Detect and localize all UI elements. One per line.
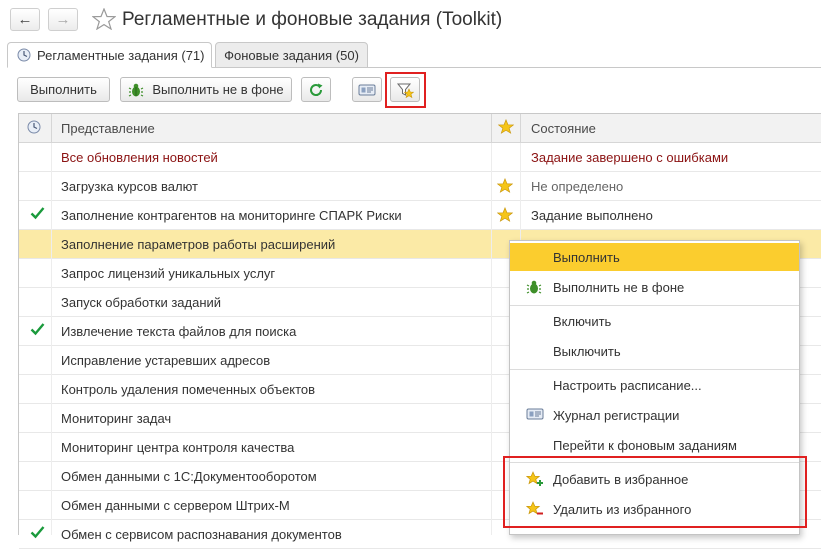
menu-item-label: Настроить расписание... <box>553 378 702 393</box>
row-presentation: Заполнение параметров работы расширений <box>61 237 336 252</box>
table-row[interactable]: Заполнение контрагентов на мониторинге С… <box>19 201 821 230</box>
favorite-star-icon[interactable] <box>91 7 117 33</box>
tab-label: Фоновые задания (50) <box>224 47 359 63</box>
row-presentation: Обмен данными с 1С:Документооборотом <box>61 469 317 484</box>
menu-item-label: Включить <box>553 314 612 329</box>
menu-separator <box>510 369 799 370</box>
row-presentation: Загрузка курсов валют <box>61 179 198 194</box>
menu-item-go-to-background-jobs[interactable]: Перейти к фоновым заданиям <box>510 431 799 459</box>
table-row[interactable]: Все обновления новостей Задание завершено… <box>19 143 821 172</box>
row-presentation: Исправление устаревших адресов <box>61 353 271 368</box>
row-state: Задание выполнено <box>531 208 653 223</box>
menu-item-disable[interactable]: Выключить <box>510 337 799 365</box>
row-presentation: Контроль удаления помеченных объектов <box>61 382 316 397</box>
row-presentation: Запрос лицензий уникальных услуг <box>61 266 276 281</box>
header-separator <box>520 114 521 142</box>
column-header-presentation[interactable]: Представление <box>61 121 155 136</box>
favorite-star-icon <box>496 177 514 196</box>
row-state: Задание завершено с ошибками <box>531 150 729 165</box>
highlight-frame-favorites <box>503 456 807 528</box>
menu-item-enable[interactable]: Включить <box>510 307 799 335</box>
tab-background-jobs[interactable]: Фоновые задания (50) <box>215 42 368 68</box>
run-button-label: Выполнить <box>30 82 97 97</box>
menu-item-label: Выключить <box>553 344 621 359</box>
row-presentation: Заполнение контрагентов на мониторинге С… <box>61 208 402 223</box>
forward-button[interactable]: → <box>48 8 78 31</box>
column-header-state[interactable]: Состояние <box>531 121 596 136</box>
check-icon <box>30 322 45 339</box>
menu-item-run-not-background[interactable]: Выполнить не в фоне <box>510 273 799 301</box>
bug-icon <box>526 279 542 298</box>
column-separator <box>491 143 492 535</box>
row-presentation: Извлечение текста файлов для поиска <box>61 324 297 339</box>
menu-item-label: Выполнить <box>553 250 620 265</box>
refresh-icon <box>308 82 324 98</box>
event-log-icon <box>526 407 544 424</box>
menu-item-label: Журнал регистрации <box>553 408 680 423</box>
column-separator <box>51 143 52 535</box>
menu-item-label: Выполнить не в фоне <box>553 280 685 295</box>
row-presentation: Мониторинг задач <box>61 411 172 426</box>
event-log-button[interactable] <box>352 77 382 102</box>
run-not-background-button[interactable]: Выполнить не в фоне <box>120 77 292 102</box>
row-state: Не определено <box>531 179 624 194</box>
row-presentation: Обмен данными с сервером Штрих-М <box>61 498 290 513</box>
menu-item-event-log[interactable]: Журнал регистрации <box>510 401 799 429</box>
page-title: Регламентные и фоновые задания (Toolkit) <box>122 9 503 30</box>
header-separator <box>51 114 52 142</box>
event-log-icon <box>358 83 376 97</box>
favorite-star-icon <box>496 206 514 225</box>
run-button[interactable]: Выполнить <box>17 77 110 102</box>
row-presentation: Все обновления новостей <box>61 150 218 165</box>
menu-separator <box>510 305 799 306</box>
menu-item-configure-schedule[interactable]: Настроить расписание... <box>510 371 799 399</box>
row-presentation: Запуск обработки заданий <box>61 295 222 310</box>
menu-item-label: Перейти к фоновым заданиям <box>553 438 737 453</box>
run-not-background-label: Выполнить не в фоне <box>152 82 284 97</box>
status-column-icon[interactable] <box>27 120 41 137</box>
refresh-button[interactable] <box>301 77 331 102</box>
tab-scheduled-jobs[interactable]: Регламентные задания (71) <box>7 42 212 68</box>
clock-icon <box>17 48 31 62</box>
tab-label: Регламентные задания (71) <box>37 47 205 63</box>
header-separator <box>491 114 492 142</box>
highlight-frame <box>385 72 426 108</box>
back-arrow-icon: ← <box>17 11 33 28</box>
bug-icon <box>128 82 144 98</box>
row-presentation: Мониторинг центра контроля качества <box>61 440 295 455</box>
back-button[interactable]: ← <box>10 8 40 31</box>
check-icon <box>30 206 45 223</box>
forward-arrow-icon: → <box>55 11 71 28</box>
menu-item-run[interactable]: Выполнить <box>510 243 799 271</box>
table-row[interactable]: Загрузка курсов валют Не определено <box>19 172 821 201</box>
check-icon <box>30 525 45 542</box>
favorite-column-star-icon[interactable] <box>497 118 515 137</box>
